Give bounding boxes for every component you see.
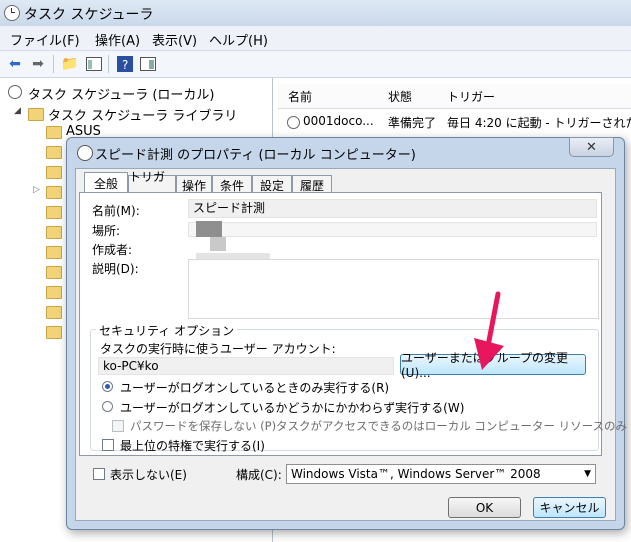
- task-name: 0001doco...: [303, 114, 374, 128]
- hidden-checkbox[interactable]: [93, 468, 105, 480]
- radio-logged-on[interactable]: [102, 381, 113, 392]
- clock-icon: [287, 116, 300, 129]
- toolbar-separator: [108, 55, 109, 73]
- folder-icon[interactable]: [46, 206, 62, 219]
- clock-icon: [8, 85, 22, 99]
- table-row[interactable]: 0001doco... 準備完了 毎日 4:20 に起動 - トリガーされた: [278, 112, 631, 132]
- menu-bar: ファイル(F) 操作(A) 表示(V) ヘルプ(H): [0, 26, 631, 51]
- show-hide-tree-icon[interactable]: [84, 54, 104, 74]
- help-icon[interactable]: ?: [115, 54, 135, 74]
- radio-whether-logged-on-label[interactable]: ユーザーがログオンしているかどうかにかかわらず実行する(W): [120, 399, 464, 416]
- configure-select[interactable]: Windows Vista™, Windows Server™ 2008 ▼: [286, 464, 596, 484]
- expand-arrow-icon[interactable]: ▷: [33, 185, 40, 195]
- svg-text:?: ?: [122, 58, 128, 72]
- author-label: 作成者:: [92, 243, 133, 257]
- location-label: 場所:: [92, 224, 121, 238]
- folder-icon[interactable]: [46, 306, 62, 319]
- menu-help[interactable]: ヘルプ(H): [209, 30, 268, 49]
- configure-label: 構成(C):: [236, 468, 282, 482]
- properties-dialog: スピード計測 のプロパティ (ローカル コンピューター) ✕ 全般 トリガー 操…: [66, 137, 627, 530]
- task-trigger: 毎日 4:20 に起動 - トリガーされた: [447, 116, 631, 130]
- clock-icon: [77, 145, 93, 161]
- folder-icon[interactable]: [46, 286, 62, 299]
- hidden-label[interactable]: 表示しない(E): [110, 466, 187, 483]
- highest-privileges-checkbox[interactable]: [102, 439, 114, 451]
- radio-whether-logged-on[interactable]: [102, 401, 113, 412]
- window-title: タスク スケジューラ: [24, 7, 154, 23]
- menu-action[interactable]: 操作(A): [95, 30, 140, 49]
- chevron-down-icon: ▼: [584, 469, 591, 479]
- forward-arrow-icon[interactable]: ➡: [28, 54, 48, 74]
- description-label: 説明(D):: [92, 262, 139, 276]
- tab-general[interactable]: 全般: [84, 172, 128, 194]
- name-field[interactable]: スピード計測: [188, 199, 597, 218]
- dialog-title: スピード計測 のプロパティ (ローカル コンピューター): [95, 148, 416, 163]
- run-as-label: タスクの実行時に使うユーザー アカウント:: [100, 342, 336, 356]
- run-as-field: ko-PC¥ko: [98, 357, 394, 375]
- cancel-button[interactable]: キャンセル: [533, 497, 606, 518]
- column-header-status[interactable]: 状態: [388, 88, 412, 105]
- toolbar: ⬅ ➡ 📁 ?: [0, 51, 631, 78]
- security-options-title: セキュリティ オプション: [96, 322, 238, 339]
- column-header-trigger[interactable]: トリガー: [447, 88, 495, 105]
- redacted-block: [210, 237, 226, 251]
- back-arrow-icon[interactable]: ⬅: [5, 54, 25, 74]
- close-button[interactable]: ✕: [569, 137, 614, 157]
- folder-icon[interactable]: [46, 246, 62, 259]
- tree-item-label: タスク スケジューラ (ローカル): [28, 88, 215, 103]
- ok-button[interactable]: OK: [448, 497, 521, 518]
- location-field: [188, 222, 597, 237]
- folder-icon[interactable]: [46, 186, 62, 199]
- name-label: 名前(M):: [92, 204, 140, 218]
- clock-icon: [4, 5, 20, 21]
- column-header-name[interactable]: 名前: [288, 88, 312, 105]
- expand-arrow-icon[interactable]: ◢: [14, 106, 21, 116]
- annotation-arrow-icon: [474, 291, 504, 370]
- folder-icon[interactable]: [46, 226, 62, 239]
- folder-icon[interactable]: [46, 166, 62, 179]
- folder-up-icon[interactable]: 📁: [60, 54, 80, 74]
- folder-icon[interactable]: [46, 326, 62, 339]
- configure-select-value: Windows Vista™, Windows Server™ 2008: [291, 467, 541, 481]
- toolbar-separator: [53, 55, 54, 73]
- radio-logged-on-label[interactable]: ユーザーがログオンしているときのみ実行する(R): [120, 379, 389, 396]
- folder-icon[interactable]: [46, 266, 62, 279]
- no-store-password-checkbox[interactable]: [112, 420, 124, 432]
- no-store-password-label: パスワードを保存しない (P)タスクがアクセスできるのはローカル コンピューター…: [130, 419, 627, 433]
- folder-icon: [28, 108, 44, 121]
- redacted-block: [196, 221, 222, 237]
- menu-file[interactable]: ファイル(F): [10, 30, 80, 49]
- show-action-pane-icon[interactable]: [138, 54, 158, 74]
- folder-icon[interactable]: [46, 146, 62, 159]
- description-textarea[interactable]: [188, 259, 599, 319]
- highest-privileges-label[interactable]: 最上位の特権で実行する(I): [120, 437, 265, 454]
- title-bar: タスク スケジューラ: [0, 0, 631, 26]
- tree-item-label: タスク スケジューラ ライブラリ: [48, 109, 238, 124]
- task-status: 準備完了: [388, 116, 437, 130]
- folder-icon: [46, 126, 62, 139]
- menu-view[interactable]: 表示(V): [152, 30, 197, 49]
